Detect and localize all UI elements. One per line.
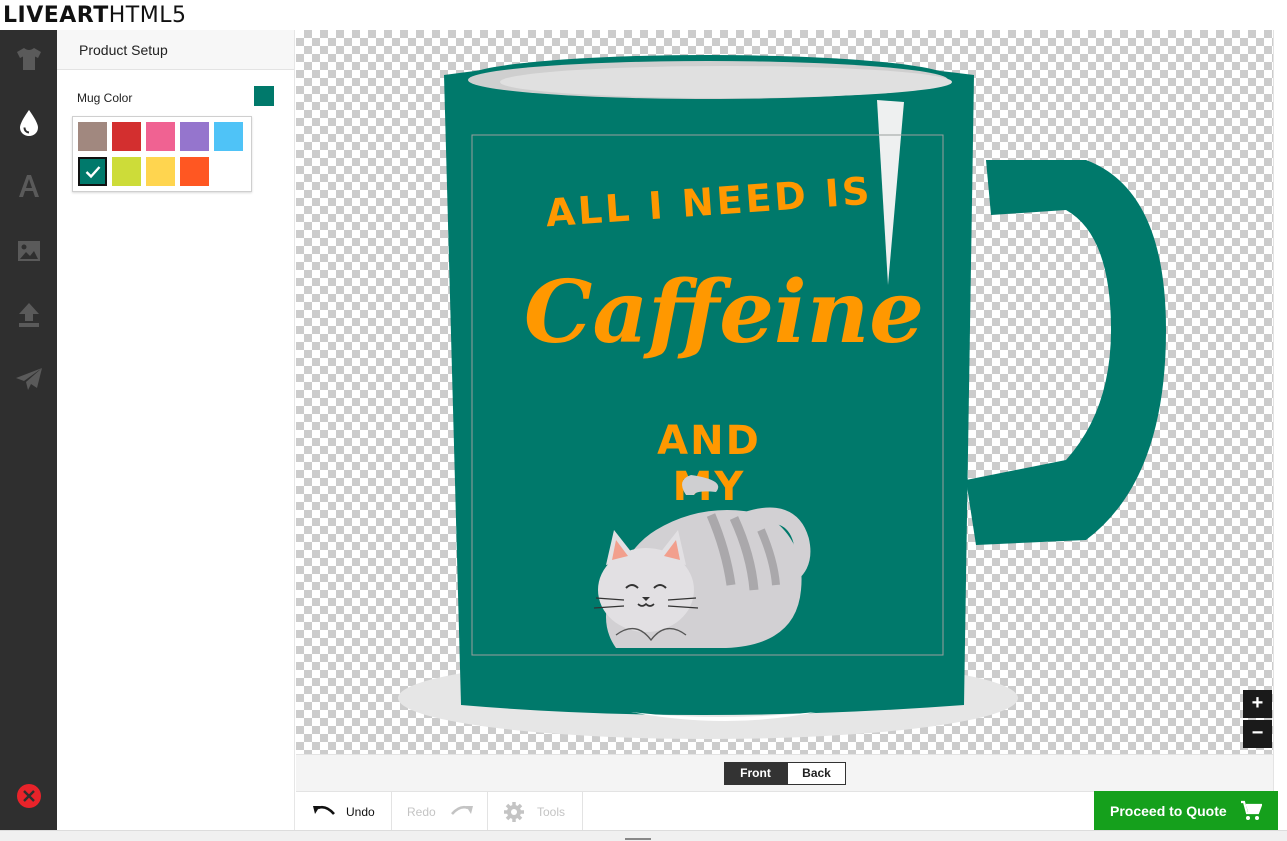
color-swatch[interactable] bbox=[78, 122, 107, 151]
zoom-out-button[interactable]: − bbox=[1243, 720, 1272, 748]
redo-label: Redo bbox=[407, 804, 436, 819]
upload-icon bbox=[18, 303, 39, 327]
color-swatch[interactable] bbox=[112, 157, 141, 186]
cart-icon bbox=[1241, 800, 1262, 820]
proceed-to-quote-button[interactable]: Proceed to Quote bbox=[1094, 791, 1278, 830]
toolbar-divider bbox=[487, 792, 488, 831]
product-setup-panel: Product Setup Mug Color bbox=[57, 30, 295, 830]
mug-color-row: Mug Color bbox=[77, 86, 275, 108]
sidebar-close[interactable] bbox=[0, 767, 57, 825]
toolbar-divider bbox=[391, 792, 392, 831]
sidebar-item-text[interactable] bbox=[0, 157, 57, 215]
undo-icon bbox=[313, 805, 335, 815]
resize-handle[interactable] bbox=[625, 838, 651, 840]
right-scroll-strip[interactable] bbox=[1273, 30, 1287, 830]
undo-button[interactable]: Undo bbox=[312, 792, 392, 831]
sidebar-item-send[interactable] bbox=[0, 350, 57, 408]
tshirt-icon bbox=[16, 48, 41, 70]
send-icon bbox=[15, 368, 42, 390]
sidebar-item-image[interactable] bbox=[0, 222, 57, 280]
color-palette bbox=[72, 116, 252, 192]
sidebar bbox=[0, 30, 57, 830]
color-swatch[interactable] bbox=[78, 157, 107, 186]
color-swatch[interactable] bbox=[180, 157, 209, 186]
color-swatch[interactable] bbox=[214, 122, 243, 151]
top-bar: LIVEARTHTML5 bbox=[0, 0, 1287, 30]
cat-illustration[interactable] bbox=[576, 470, 816, 660]
sidebar-item-upload[interactable] bbox=[0, 286, 57, 344]
design-text-line2[interactable]: Caffeine bbox=[524, 258, 924, 368]
image-icon bbox=[17, 241, 40, 261]
logo-light: HTML5 bbox=[108, 3, 187, 28]
mug-color-current-swatch[interactable] bbox=[254, 86, 274, 106]
sidebar-item-color[interactable] bbox=[0, 94, 57, 152]
undo-label: Undo bbox=[346, 804, 375, 819]
sidebar-item-product[interactable] bbox=[0, 30, 57, 88]
text-icon bbox=[18, 175, 39, 197]
mug-color-label: Mug Color bbox=[77, 91, 133, 105]
tools-label: Tools bbox=[537, 804, 566, 819]
app-logo: LIVEARTHTML5 bbox=[3, 3, 186, 29]
design-canvas[interactable]: ALL I NEED IS Caffeine AND MY bbox=[296, 30, 1273, 754]
color-swatch[interactable] bbox=[180, 122, 209, 151]
toolbar-divider bbox=[582, 792, 583, 831]
bottom-resize-bar bbox=[0, 830, 1287, 841]
gear-icon bbox=[504, 801, 524, 822]
color-swatch[interactable] bbox=[146, 122, 175, 151]
proceed-to-quote-label: Proceed to Quote bbox=[1110, 802, 1227, 819]
color-swatch[interactable] bbox=[146, 157, 175, 186]
side-toggle-bar: Front Back bbox=[296, 754, 1273, 791]
color-swatch[interactable] bbox=[112, 122, 141, 151]
front-side-button[interactable]: Front bbox=[724, 762, 787, 785]
back-side-button[interactable]: Back bbox=[787, 762, 846, 785]
checkmark-icon bbox=[80, 159, 105, 184]
redo-button[interactable]: Redo bbox=[407, 792, 487, 831]
color-drop-icon bbox=[19, 110, 38, 136]
redo-icon bbox=[450, 805, 473, 815]
tools-button[interactable]: Tools bbox=[503, 792, 583, 831]
zoom-in-button[interactable]: + bbox=[1243, 690, 1272, 718]
logo-bold: LIVEART bbox=[3, 3, 109, 28]
panel-title: Product Setup bbox=[57, 30, 294, 70]
close-icon bbox=[16, 784, 41, 808]
